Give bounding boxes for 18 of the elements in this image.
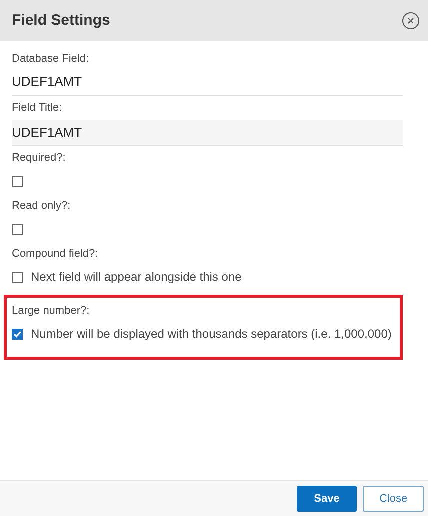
- close-icon[interactable]: [402, 12, 420, 30]
- checkbox[interactable]: [12, 272, 23, 282]
- field-label: Database Field:: [12, 52, 90, 66]
- close-button[interactable]: Close: [363, 486, 424, 512]
- field-label: Required?:: [12, 151, 67, 165]
- field-value: UDEF1AMT: [12, 66, 403, 96]
- field-label: Large number?:: [12, 304, 91, 318]
- save-button[interactable]: Save: [297, 486, 357, 512]
- checkbox[interactable]: [12, 224, 23, 234]
- field-label: Read only?:: [12, 199, 72, 213]
- input-field[interactable]: UDEF1AMT: [12, 120, 403, 146]
- checkbox-label: Next field will appear alongside this one: [31, 270, 242, 284]
- dialog-title: Field Settings: [12, 12, 110, 29]
- field-label: Compound field?:: [12, 247, 100, 261]
- checkbox-label: Number will be displayed with thousands separators (i.e. 1,000,000): [31, 327, 392, 341]
- checkbox[interactable]: [12, 328, 23, 340]
- checkbox[interactable]: [12, 176, 23, 186]
- field-label: Field Title:: [12, 101, 64, 115]
